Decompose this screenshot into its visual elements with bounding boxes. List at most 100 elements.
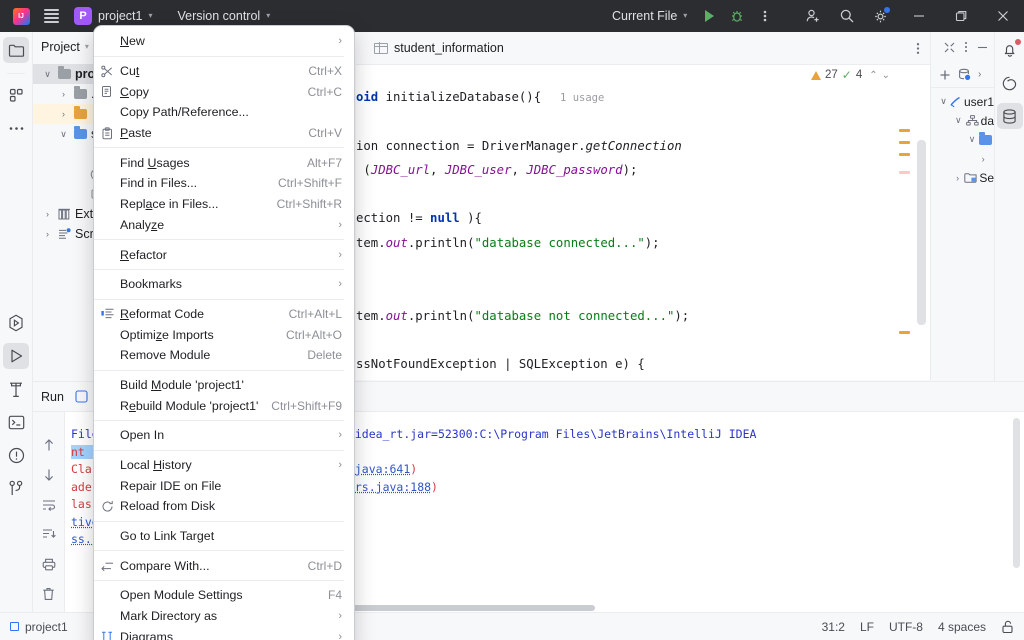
version-control-selector[interactable]: Version control ▾ (170, 6, 279, 26)
menu-item-find-usages[interactable]: Find Usages Alt+F7 (94, 152, 354, 173)
menu-item-label: Copy (120, 84, 149, 99)
caret-position[interactable]: 31:2 (822, 620, 845, 634)
menu-item-rebuild-module-project1[interactable]: Rebuild Module 'project1' Ctrl+Shift+F9 (94, 395, 354, 416)
ai-assistant-icon[interactable] (997, 70, 1023, 96)
chevron-down-icon: ▾ (683, 11, 688, 20)
db-tree-node[interactable]: ∨ (931, 130, 994, 149)
db-tree-node[interactable]: › (931, 149, 994, 168)
notifications-bell-icon[interactable] (997, 37, 1023, 63)
sidebar-item-terminal[interactable] (3, 409, 29, 435)
chevron-down-icon[interactable]: ▾ (85, 43, 89, 51)
menu-item-open-in[interactable]: Open In › (94, 425, 354, 446)
menu-item-paste[interactable]: Paste Ctrl+V (94, 123, 354, 144)
menu-item-copy-path-reference[interactable]: Copy Path/Reference... (94, 102, 354, 123)
code-editor-content[interactable]: oid initializeDatabase(){ 1 usage ion con… (356, 85, 930, 380)
sidebar-item-problems[interactable] (3, 442, 29, 468)
up-arrow-icon[interactable] (38, 434, 60, 456)
context-menu[interactable]: New › Cut Ctrl+X Copy Ctrl+C Copy Path/Referen… (93, 25, 355, 640)
close-icon[interactable] (982, 0, 1024, 32)
indent-setting[interactable]: 4 spaces (938, 620, 986, 634)
plus-icon[interactable] (939, 69, 951, 81)
menu-item-remove-module[interactable]: Remove Module Delete (94, 345, 354, 366)
minimize-icon[interactable] (898, 0, 940, 32)
menu-item-local-history[interactable]: Local History › (94, 455, 354, 476)
chevron-up-icon[interactable]: ⌃ (869, 70, 877, 81)
hamburger-menu-icon[interactable] (36, 3, 66, 29)
maximize-icon[interactable] (940, 0, 982, 32)
sidebar-item-version-control[interactable] (3, 475, 29, 501)
collapse-all-icon[interactable] (944, 42, 955, 53)
current-file-label: Current File (612, 9, 678, 23)
menu-item-optimize-imports[interactable]: Optimize Imports Ctrl+Alt+O (94, 324, 354, 345)
menu-item-mark-directory-as[interactable]: Mark Directory as › (94, 606, 354, 627)
scroll-to-end-icon[interactable] (38, 523, 60, 545)
menu-item-copy[interactable]: Copy Ctrl+C (94, 81, 354, 102)
more-vertical-icon[interactable] (752, 4, 778, 28)
run-configuration-selector[interactable]: Current File ▾ (605, 6, 694, 26)
unlocked-icon[interactable] (1001, 620, 1014, 634)
chevron-down-icon[interactable]: ∨ (939, 96, 948, 107)
gear-icon[interactable] (864, 0, 898, 32)
menu-item-replace-in-files[interactable]: Replace in Files... Ctrl+Shift+R (94, 194, 354, 215)
sidebar-item-run[interactable] (3, 343, 29, 369)
debug-bug-icon[interactable] (724, 4, 750, 28)
db-tree-node[interactable]: ∨ user1 (931, 92, 994, 111)
db-tree-node[interactable]: ∨ da (931, 111, 994, 130)
search-icon[interactable] (830, 0, 864, 32)
db-tree-node[interactable]: › Se (931, 168, 994, 187)
chevron-down-icon[interactable]: ∨ (967, 134, 977, 145)
menu-item-refactor[interactable]: Refactor › (94, 244, 354, 265)
sidebar-item-database[interactable] (996, 103, 1023, 129)
soft-wrap-icon[interactable] (38, 494, 60, 516)
sidebar-item-more-tools[interactable] (3, 115, 29, 141)
menu-item-compare-with[interactable]: Compare With... Ctrl+D (94, 555, 354, 576)
chevron-right-icon[interactable]: › (953, 173, 962, 183)
chevron-right-icon[interactable]: › (981, 154, 985, 164)
inspection-widget[interactable]: 27 ✓ 4 ⌃ ⌄ (356, 65, 930, 85)
clear-all-icon[interactable] (38, 583, 60, 605)
chevron-down-icon[interactable]: ⌄ (882, 70, 890, 81)
chevron-right-icon[interactable]: › (57, 89, 70, 99)
menu-item-go-to-link-target[interactable]: Go to Link Target (94, 526, 354, 547)
sidebar-item-structure[interactable] (3, 82, 29, 108)
menu-item-analyze[interactable]: Analyze › (94, 215, 354, 236)
sidebar-item-project[interactable] (3, 37, 29, 63)
sidebar-item-run-anything[interactable] (3, 310, 29, 336)
editor-marker-gutter[interactable] (898, 85, 912, 380)
run-play-icon[interactable] (696, 4, 722, 28)
chevron-down-icon[interactable]: ∨ (953, 115, 964, 126)
console-vertical-scrollbar[interactable] (1013, 418, 1020, 588)
chevron-right-icon[interactable]: › (978, 69, 981, 80)
editor-vertical-scrollbar[interactable] (917, 85, 926, 380)
menu-item-diagrams[interactable]: Diagrams › (94, 627, 354, 640)
print-icon[interactable] (38, 553, 60, 575)
menu-item-repair-ide-on-file[interactable]: Repair IDE on File (94, 475, 354, 496)
db-tree-node-label: Se (979, 170, 994, 185)
data-source-icon[interactable] (958, 68, 971, 81)
menu-item-reformat-code[interactable]: Reformat Code Ctrl+Alt+L (94, 304, 354, 325)
more-vertical-icon[interactable] (916, 42, 920, 55)
sidebar-item-build[interactable] (3, 376, 29, 402)
menu-item-build-module-project1[interactable]: Build Module 'project1' (94, 375, 354, 396)
line-separator[interactable]: LF (860, 620, 874, 634)
down-arrow-icon[interactable] (38, 464, 60, 486)
database-tree[interactable]: ∨ user1 ∨ da ∨ › › Se (931, 88, 994, 187)
chevron-right-icon[interactable]: › (41, 209, 54, 219)
add-user-icon[interactable] (796, 0, 830, 32)
menu-item-new[interactable]: New › (94, 31, 354, 52)
menu-item-cut[interactable]: Cut Ctrl+X (94, 61, 354, 82)
menu-item-reload-from-disk[interactable]: Reload from Disk (94, 496, 354, 517)
chevron-down-icon[interactable]: ∨ (41, 69, 54, 80)
menu-item-open-module-settings[interactable]: Open Module Settings F4 (94, 585, 354, 606)
menu-item-label: Rebuild Module 'project1' (120, 398, 259, 413)
run-config-icon[interactable] (72, 387, 92, 407)
menu-item-find-in-files[interactable]: Find in Files... Ctrl+Shift+F (94, 173, 354, 194)
chevron-right-icon[interactable]: › (57, 109, 70, 119)
tab-student-information[interactable]: student_information (356, 32, 514, 65)
file-encoding[interactable]: UTF-8 (889, 620, 923, 634)
more-vertical-icon[interactable] (964, 41, 968, 53)
chevron-down-icon[interactable]: ∨ (57, 129, 70, 140)
menu-item-bookmarks[interactable]: Bookmarks › (94, 274, 354, 295)
chevron-right-icon[interactable]: › (41, 229, 54, 239)
hide-panel-icon[interactable] (977, 42, 988, 53)
